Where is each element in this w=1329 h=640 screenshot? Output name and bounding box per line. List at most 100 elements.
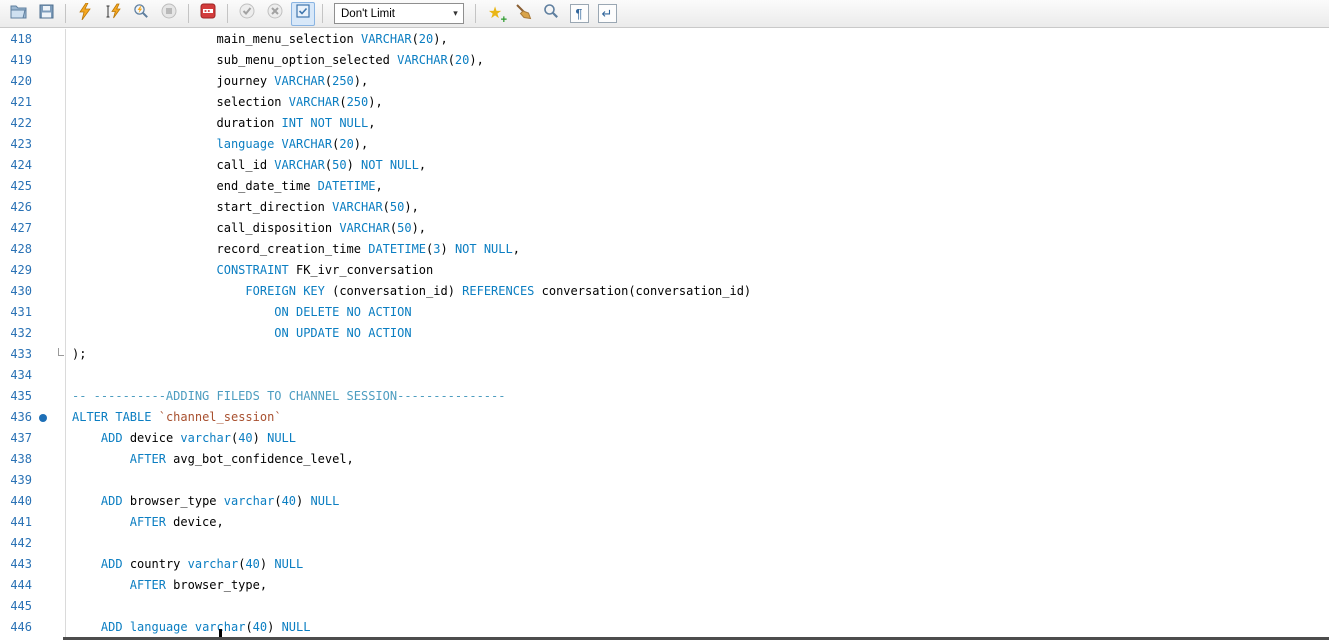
- code-lines: 418 main_menu_selection VARCHAR(20),419 …: [0, 29, 1329, 640]
- code-line-426[interactable]: 426 start_direction VARCHAR(50),: [0, 197, 1329, 218]
- toolbar-separator: [475, 4, 476, 23]
- marker-margin: [32, 512, 54, 533]
- stop-execution-button[interactable]: [157, 2, 181, 26]
- code-line-428[interactable]: 428 record_creation_time DATETIME(3) NOT…: [0, 239, 1329, 260]
- code-line-436[interactable]: 436 ALTER TABLE `channel_session`: [0, 407, 1329, 428]
- code-text: ON DELETE NO ACTION: [66, 302, 412, 323]
- save-snippet-button[interactable]: ★ +: [483, 2, 507, 26]
- marker-margin: [32, 176, 54, 197]
- code-line-438[interactable]: 438 AFTER avg_bot_confidence_level,: [0, 449, 1329, 470]
- code-text: record_creation_time DATETIME(3) NOT NUL…: [66, 239, 520, 260]
- code-line-423[interactable]: 423 language VARCHAR(20),: [0, 134, 1329, 155]
- fold-margin: [54, 449, 66, 470]
- code-line-429[interactable]: 429 CONSTRAINT FK_ivr_conversation: [0, 260, 1329, 281]
- line-number: 440: [0, 491, 32, 512]
- line-number: 427: [0, 218, 32, 239]
- marker-margin: [32, 554, 54, 575]
- code-line-441[interactable]: 441 AFTER device,: [0, 512, 1329, 533]
- code-line-439[interactable]: 439: [0, 470, 1329, 491]
- toggle-autocommit-button[interactable]: [291, 2, 315, 26]
- explain-magnifier-lightning-icon: [133, 3, 149, 24]
- fold-margin: [54, 197, 66, 218]
- marker-margin: [32, 92, 54, 113]
- marker-margin: [32, 491, 54, 512]
- execute-current-statement-button[interactable]: [101, 2, 125, 26]
- code-line-440[interactable]: 440 ADD browser_type varchar(40) NULL: [0, 491, 1329, 512]
- fold-margin: [54, 491, 66, 512]
- toggle-stop-on-error-button[interactable]: [196, 2, 220, 26]
- line-number: 443: [0, 554, 32, 575]
- code-line-434[interactable]: 434: [0, 365, 1329, 386]
- code-text: sub_menu_option_selected VARCHAR(20),: [66, 50, 484, 71]
- code-line-435[interactable]: 435-- ----------ADDING FILEDS TO CHANNEL…: [0, 386, 1329, 407]
- limit-rows-value: Don't Limit: [335, 8, 448, 20]
- fold-margin: [54, 302, 66, 323]
- execute-current-lightning-cursor-icon: [105, 3, 122, 25]
- code-text: ALTER TABLE `channel_session`: [66, 407, 282, 428]
- code-line-420[interactable]: 420 journey VARCHAR(250),: [0, 71, 1329, 92]
- sql-code-editor[interactable]: 418 main_menu_selection VARCHAR(20),419 …: [0, 29, 1329, 640]
- marker-margin: [32, 470, 54, 491]
- toggle-invisibles-button[interactable]: ¶: [567, 2, 591, 26]
- wrap-arrow-icon: ↵: [598, 4, 617, 23]
- code-line-442[interactable]: 442: [0, 533, 1329, 554]
- limit-rows-dropdown[interactable]: Don't Limit ▾: [334, 3, 464, 24]
- toggle-word-wrap-button[interactable]: ↵: [595, 2, 619, 26]
- code-text: ADD language varchar(40) NULL: [66, 617, 310, 638]
- marker-margin: [32, 50, 54, 71]
- marker-margin: [32, 281, 54, 302]
- code-line-424[interactable]: 424 call_id VARCHAR(50) NOT NULL,: [0, 155, 1329, 176]
- code-line-421[interactable]: 421 selection VARCHAR(250),: [0, 92, 1329, 113]
- line-number: 441: [0, 512, 32, 533]
- code-line-419[interactable]: 419 sub_menu_option_selected VARCHAR(20)…: [0, 50, 1329, 71]
- code-line-427[interactable]: 427 call_disposition VARCHAR(50),: [0, 218, 1329, 239]
- code-line-433[interactable]: 433);: [0, 344, 1329, 365]
- code-line-422[interactable]: 422 duration INT NOT NULL,: [0, 113, 1329, 134]
- toolbar-separator: [227, 4, 228, 23]
- code-text: [66, 533, 72, 554]
- toolbar-separator: [322, 4, 323, 23]
- toolbar-separator: [188, 4, 189, 23]
- code-line-437[interactable]: 437 ADD device varchar(40) NULL: [0, 428, 1329, 449]
- fold-margin: [54, 554, 66, 575]
- marker-margin: [32, 617, 54, 638]
- code-text: start_direction VARCHAR(50),: [66, 197, 419, 218]
- fold-end-marker-icon: [58, 348, 64, 356]
- execute-script-button[interactable]: [73, 2, 97, 26]
- code-text: ADD browser_type varchar(40) NULL: [66, 491, 339, 512]
- code-line-443[interactable]: 443 ADD country varchar(40) NULL: [0, 554, 1329, 575]
- fold-margin: [54, 176, 66, 197]
- marker-margin: [32, 113, 54, 134]
- code-line-418[interactable]: 418 main_menu_selection VARCHAR(20),: [0, 29, 1329, 50]
- code-line-444[interactable]: 444 AFTER browser_type,: [0, 575, 1329, 596]
- fold-margin: [54, 260, 66, 281]
- fold-margin: [54, 365, 66, 386]
- find-button[interactable]: [539, 2, 563, 26]
- rollback-x-icon: [267, 3, 283, 24]
- rollback-button[interactable]: [263, 2, 287, 26]
- code-line-445[interactable]: 445: [0, 596, 1329, 617]
- broom-icon: [515, 3, 532, 25]
- line-number: 431: [0, 302, 32, 323]
- line-number: 422: [0, 113, 32, 134]
- save-script-button[interactable]: [34, 2, 58, 26]
- execute-lightning-icon: [78, 3, 92, 25]
- line-number: 438: [0, 449, 32, 470]
- explain-plan-button[interactable]: [129, 2, 153, 26]
- code-line-430[interactable]: 430 FOREIGN KEY (conversation_id) REFERE…: [0, 281, 1329, 302]
- line-number: 421: [0, 92, 32, 113]
- code-line-446[interactable]: 446 ADD language varchar(40) NULL: [0, 617, 1329, 638]
- open-folder-icon: [10, 4, 27, 24]
- marker-margin: [32, 407, 54, 428]
- line-number: 436: [0, 407, 32, 428]
- code-text: main_menu_selection VARCHAR(20),: [66, 29, 448, 50]
- line-number: 428: [0, 239, 32, 260]
- code-line-425[interactable]: 425 end_date_time DATETIME,: [0, 176, 1329, 197]
- code-line-432[interactable]: 432 ON UPDATE NO ACTION: [0, 323, 1329, 344]
- beautify-sql-button[interactable]: [511, 2, 535, 26]
- commit-button[interactable]: [235, 2, 259, 26]
- code-text: [66, 365, 72, 386]
- open-script-button[interactable]: [6, 2, 30, 26]
- line-number: 429: [0, 260, 32, 281]
- code-line-431[interactable]: 431 ON DELETE NO ACTION: [0, 302, 1329, 323]
